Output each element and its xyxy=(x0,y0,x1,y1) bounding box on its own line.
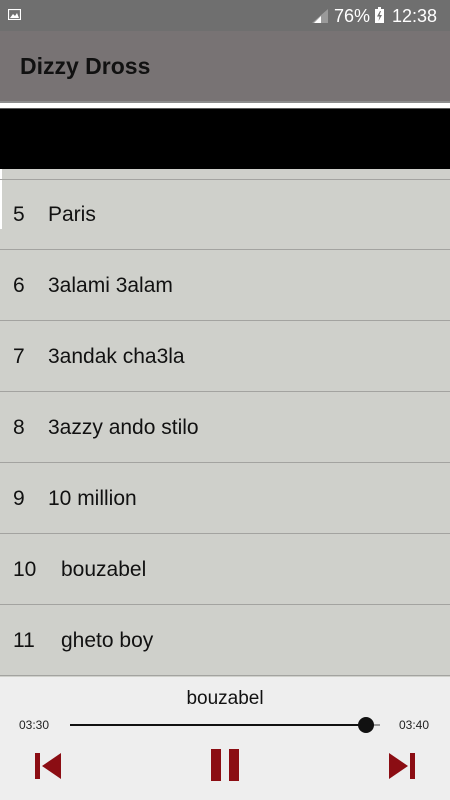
track-title: 3alami 3alam xyxy=(48,274,173,297)
track-number: 5 xyxy=(13,203,25,226)
track-number: 10 xyxy=(13,558,37,581)
app-bar-divider xyxy=(0,101,450,109)
track-number: 7 xyxy=(13,345,25,368)
current-time: 03:30 xyxy=(19,718,50,732)
track-list[interactable]: 5 Paris 6 3alami 3alam 7 3andak cha3la 8… xyxy=(0,169,450,677)
image-notification-icon xyxy=(8,9,21,20)
track-row[interactable]: 7 3andak cha3la xyxy=(0,322,450,392)
status-bar: 76% 12:38 xyxy=(0,0,450,31)
track-title: 3azzy ando stilo xyxy=(48,416,199,439)
app-bar: Dizzy Dross xyxy=(0,31,450,101)
pause-icon xyxy=(211,749,239,781)
battery-percentage: 76% xyxy=(334,6,371,26)
track-row[interactable]: 10 bouzabel xyxy=(0,535,450,605)
total-time: 03:40 xyxy=(399,718,430,732)
track-number: 11 xyxy=(13,629,35,652)
track-number: 9 xyxy=(13,487,25,510)
track-row[interactable]: 9 10 million xyxy=(0,464,450,534)
battery-charging-icon xyxy=(375,7,384,23)
track-row[interactable]: 6 3alami 3alam xyxy=(0,251,450,321)
pause-button[interactable] xyxy=(210,748,240,782)
now-playing-title: bouzabel xyxy=(186,688,264,709)
seek-progress xyxy=(70,724,367,726)
track-row[interactable]: 8 3azzy ando stilo xyxy=(0,393,450,463)
previous-icon xyxy=(35,753,61,779)
status-clock: 12:38 xyxy=(392,6,438,26)
banner-area xyxy=(0,109,450,169)
signal-icon xyxy=(312,9,328,23)
track-title: bouzabel xyxy=(61,558,147,581)
track-title: 10 million xyxy=(48,487,137,510)
next-icon xyxy=(389,753,415,779)
seek-thumb[interactable] xyxy=(358,717,375,733)
track-number: 6 xyxy=(13,274,25,297)
track-title: Paris xyxy=(48,203,96,226)
track-title: 3andak cha3la xyxy=(48,345,185,368)
track-row[interactable]: 11 gheto boy xyxy=(0,606,450,676)
app-title: Dizzy Dross xyxy=(20,53,151,79)
track-row[interactable]: 5 Paris xyxy=(0,180,450,250)
player-panel: bouzabel 03:30 03:40 xyxy=(0,677,450,800)
track-number: 8 xyxy=(13,416,25,439)
previous-button[interactable] xyxy=(33,751,63,781)
seek-bar[interactable] xyxy=(70,717,380,733)
next-button[interactable] xyxy=(387,751,417,781)
track-title: gheto boy xyxy=(61,629,154,652)
